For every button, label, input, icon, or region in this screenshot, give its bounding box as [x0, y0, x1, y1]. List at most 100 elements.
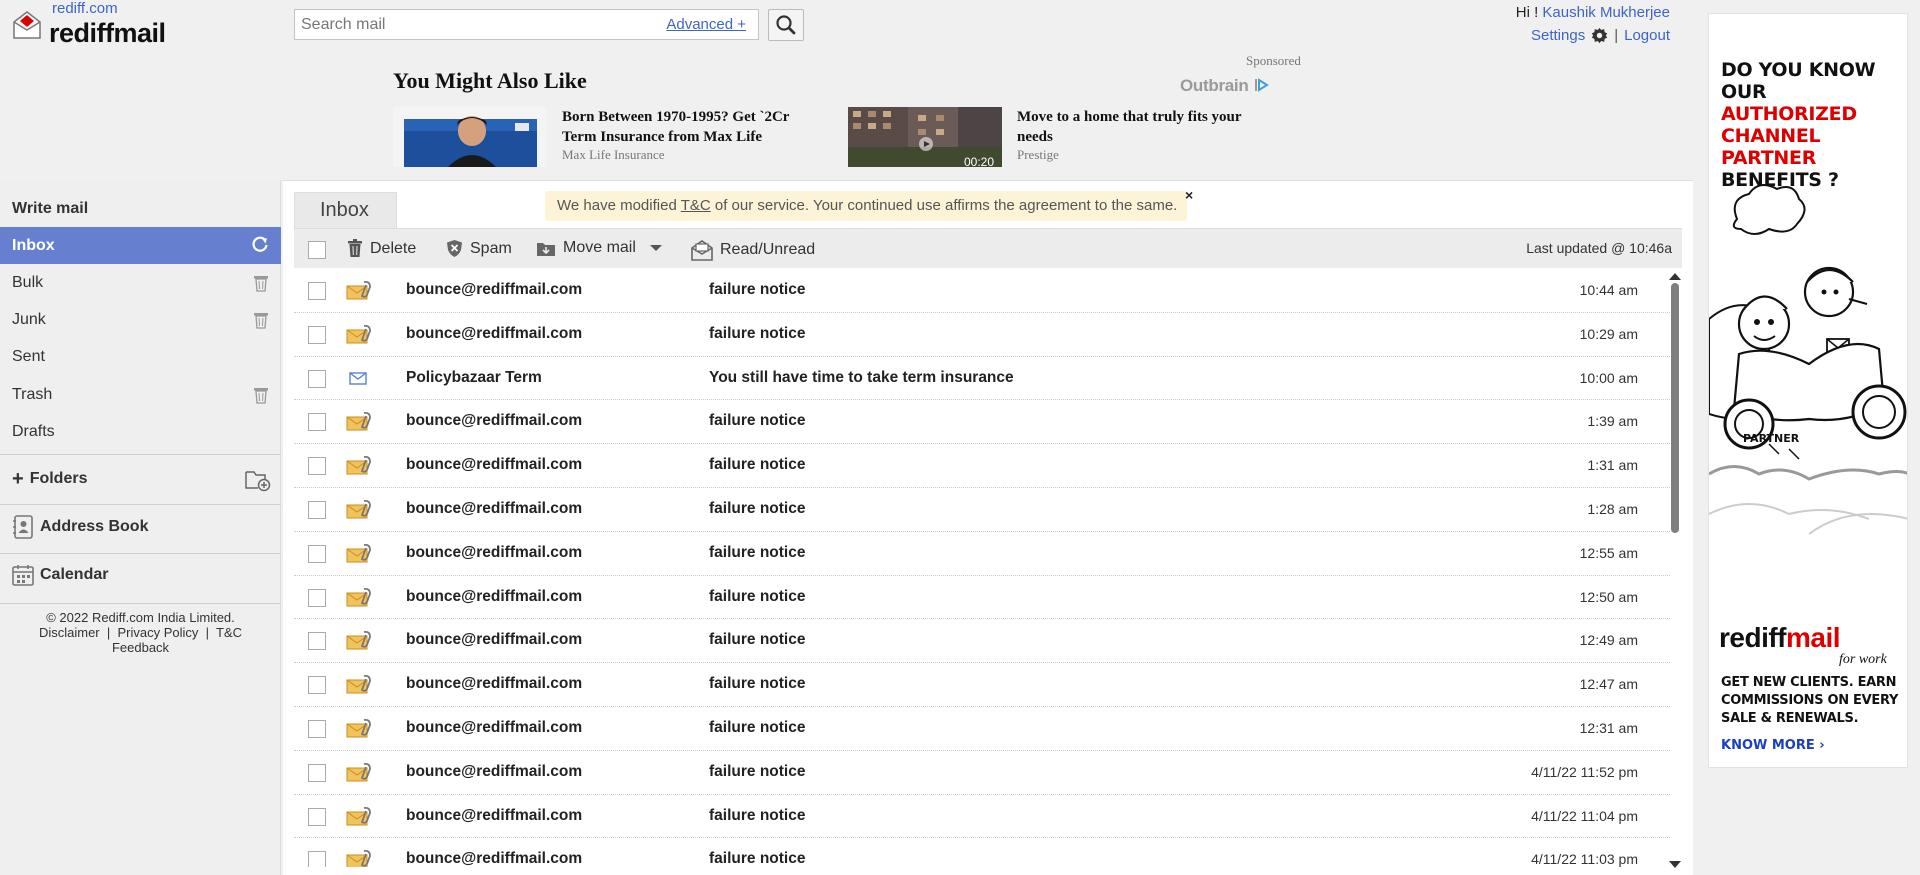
mail-subject[interactable]: failure notice — [709, 325, 805, 343]
mail-checkbox[interactable] — [308, 457, 326, 476]
mail-checkbox[interactable] — [308, 632, 326, 651]
mail-subject[interactable]: failure notice — [709, 281, 805, 299]
know-more-link[interactable]: KNOW MORE › — [1721, 738, 1825, 753]
mail-checkbox[interactable] — [308, 325, 326, 344]
mail-row[interactable]: bounce@rediffmail.com failure notice 10:44… — [294, 269, 1670, 313]
mail-sender[interactable]: Policybazaar Term — [406, 369, 542, 387]
mail-subject[interactable]: failure notice — [709, 850, 805, 867]
sidebar-item-trash[interactable]: Trash — [0, 376, 281, 413]
mail-subject[interactable]: failure notice — [709, 500, 805, 518]
mail-sender[interactable]: bounce@rediffmail.com — [406, 500, 582, 518]
mail-subject[interactable]: failure notice — [709, 763, 805, 781]
empty-trash-icon[interactable] — [253, 386, 269, 404]
spam-button[interactable]: Spam — [446, 239, 512, 258]
delete-button[interactable]: Delete — [347, 239, 416, 258]
sidebar-item-junk[interactable]: Junk — [0, 301, 281, 338]
mail-sender[interactable]: bounce@rediffmail.com — [406, 588, 582, 606]
mail-subject[interactable]: failure notice — [709, 588, 805, 606]
user-name-link[interactable]: Kaushik Mukherjee — [1542, 4, 1670, 21]
mail-subject[interactable]: failure notice — [709, 544, 805, 562]
mail-sender[interactable]: bounce@rediffmail.com — [406, 325, 582, 343]
mail-row[interactable]: bounce@rediffmail.com failure notice 4/11/… — [294, 838, 1670, 867]
mail-checkbox[interactable] — [308, 500, 326, 519]
mail-checkbox[interactable] — [308, 851, 326, 867]
mail-row[interactable]: bounce@rediffmail.com failure notice 1:31 … — [294, 444, 1670, 488]
gear-icon[interactable] — [1591, 27, 1608, 44]
mail-row[interactable]: bounce@rediffmail.com failure notice 1:39 … — [294, 400, 1670, 445]
adchoices-icon[interactable] — [1254, 78, 1269, 92]
mail-sender[interactable]: bounce@rediffmail.com — [406, 456, 582, 474]
refresh-icon[interactable] — [251, 236, 269, 254]
calendar-link[interactable]: Calendar — [12, 564, 108, 586]
search-input[interactable] — [301, 14, 641, 36]
notice-tc-link[interactable]: T&C — [681, 197, 711, 214]
mail-row[interactable]: bounce@rediffmail.com failure notice 12:47… — [294, 663, 1670, 707]
sidebar-item-inbox[interactable]: Inbox — [0, 227, 281, 264]
close-icon[interactable]: × — [1185, 187, 1193, 203]
sidebar-item-bulk[interactable]: Bulk — [0, 264, 281, 301]
mail-sender[interactable]: bounce@rediffmail.com — [406, 281, 582, 299]
sidebar-item-sent[interactable]: Sent — [0, 338, 281, 375]
tc-link[interactable]: T&C — [216, 625, 242, 640]
mail-checkbox[interactable] — [308, 544, 326, 563]
mail-sender[interactable]: bounce@rediffmail.com — [406, 412, 582, 430]
mail-checkbox[interactable] — [308, 413, 326, 432]
new-folder-icon[interactable] — [245, 468, 271, 492]
mail-checkbox[interactable] — [308, 763, 326, 782]
mail-row[interactable]: Policybazaar Term You still have time to … — [294, 357, 1670, 401]
scroll-up-arrow[interactable] — [1669, 273, 1681, 280]
ad-title[interactable]: Born Between 1970-1995? Get `2Cr Term In… — [562, 107, 822, 147]
privacy-policy-link[interactable]: Privacy Policy — [117, 625, 198, 640]
empty-junk-icon[interactable] — [253, 311, 269, 329]
mail-subject[interactable]: You still have time to take term insuran… — [709, 369, 1014, 387]
ad-title[interactable]: Move to a home that truly fits your need… — [1017, 107, 1277, 147]
mail-row[interactable]: bounce@rediffmail.com failure notice 4/11/… — [294, 751, 1670, 795]
move-mail-button[interactable]: Move mail — [536, 239, 663, 257]
search-button[interactable] — [768, 9, 804, 41]
mail-list-scrollbar[interactable] — [1669, 273, 1681, 868]
mail-sender[interactable]: bounce@rediffmail.com — [406, 850, 582, 867]
mail-subject[interactable]: failure notice — [709, 719, 805, 737]
tab-inbox[interactable]: Inbox — [294, 192, 397, 229]
mail-row[interactable]: bounce@rediffmail.com failure notice 12:49… — [294, 619, 1670, 664]
mail-subject[interactable]: failure notice — [709, 631, 805, 649]
mail-row[interactable]: bounce@rediffmail.com failure notice 12:31… — [294, 707, 1670, 751]
mail-sender[interactable]: bounce@rediffmail.com — [406, 763, 582, 781]
settings-link[interactable]: Settings — [1531, 27, 1585, 44]
scroll-thumb[interactable] — [1671, 283, 1679, 533]
select-all-checkbox[interactable] — [308, 241, 326, 259]
mail-row[interactable]: bounce@rediffmail.com failure notice 4/11/… — [294, 795, 1670, 839]
write-mail-button[interactable]: Write mail — [0, 190, 281, 227]
empty-bulk-icon[interactable] — [253, 274, 269, 292]
advanced-search-link[interactable]: Advanced + — [666, 16, 746, 33]
mail-row[interactable]: bounce@rediffmail.com failure notice 12:55… — [294, 532, 1670, 576]
mail-sender[interactable]: bounce@rediffmail.com — [406, 631, 582, 649]
mail-row[interactable]: bounce@rediffmail.com failure notice 12:50… — [294, 576, 1670, 620]
mail-sender[interactable]: bounce@rediffmail.com — [406, 544, 582, 562]
mail-subject[interactable]: failure notice — [709, 675, 805, 693]
mail-checkbox[interactable] — [308, 676, 326, 695]
mail-row[interactable]: bounce@rediffmail.com failure notice 1:28 … — [294, 488, 1670, 532]
logout-link[interactable]: Logout — [1624, 27, 1670, 44]
mail-sender[interactable]: bounce@rediffmail.com — [406, 719, 582, 737]
read-unread-button[interactable]: Read/Unread — [691, 239, 815, 261]
mail-subject[interactable]: failure notice — [709, 456, 805, 474]
sidebar-item-drafts[interactable]: Drafts — [0, 413, 281, 450]
address-book-link[interactable]: Address Book — [12, 515, 148, 539]
mail-sender[interactable]: bounce@rediffmail.com — [406, 675, 582, 693]
mail-subject[interactable]: failure notice — [709, 412, 805, 430]
mail-checkbox[interactable] — [308, 588, 326, 607]
mail-checkbox[interactable] — [308, 719, 326, 738]
outbrain-logo[interactable]: Outbrain — [1180, 76, 1269, 96]
folders-toggle[interactable]: + Folders — [12, 469, 87, 489]
mail-row[interactable]: bounce@rediffmail.com failure notice 10:29… — [294, 313, 1670, 357]
mail-subject[interactable]: failure notice — [709, 807, 805, 825]
mail-checkbox[interactable] — [308, 282, 326, 300]
disclaimer-link[interactable]: Disclaimer — [39, 625, 100, 640]
mail-checkbox[interactable] — [308, 807, 326, 826]
mail-sender[interactable]: bounce@rediffmail.com — [406, 807, 582, 825]
scroll-down-arrow[interactable] — [1669, 861, 1681, 868]
feedback-link[interactable]: Feedback — [112, 640, 169, 655]
right-banner-ad[interactable]: DO YOU KNOW OUR AUTHORIZED CHANNEL PARTN… — [1708, 13, 1908, 768]
mail-checkbox[interactable] — [308, 369, 326, 388]
